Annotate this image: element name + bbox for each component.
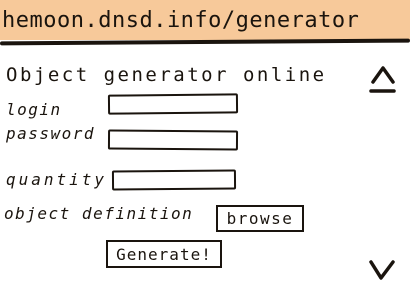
- chevron-up-icon: [369, 66, 396, 93]
- object-definition-label: object definition: [4, 204, 194, 223]
- login-field[interactable]: [107, 93, 239, 115]
- scroll-down-button[interactable]: [362, 252, 402, 286]
- password-label: password: [6, 124, 96, 143]
- chevron-down-icon: [369, 260, 395, 280]
- address-bar[interactable]: hemoon.dnsd.info/generator: [0, 0, 410, 40]
- url-text[interactable]: hemoon.dnsd.info/generator: [2, 8, 359, 33]
- browse-button[interactable]: browse: [216, 205, 304, 232]
- quantity-label: quantity: [6, 170, 108, 189]
- quantity-field[interactable]: [111, 169, 237, 191]
- login-label: login: [6, 100, 62, 119]
- page-title: Object generator online: [6, 64, 327, 86]
- password-field[interactable]: [107, 129, 239, 151]
- scroll-up-button[interactable]: [362, 60, 402, 100]
- page-content: Object generator online login password q…: [0, 44, 410, 290]
- generate-button[interactable]: Generate!: [106, 240, 222, 268]
